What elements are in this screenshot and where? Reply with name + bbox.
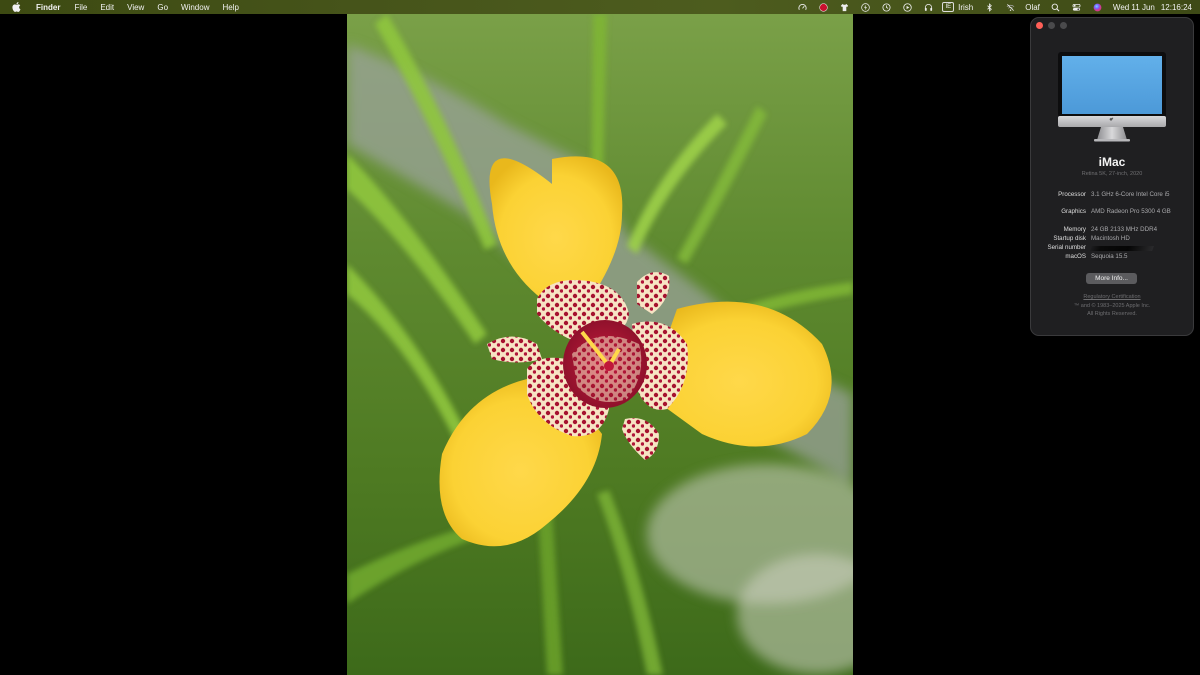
model-name: iMac xyxy=(1098,155,1126,169)
imac-illustration-icon xyxy=(1058,52,1166,142)
menu-view[interactable]: View xyxy=(127,3,144,12)
model-subtitle: Retina 5K, 27-inch, 2020 xyxy=(1081,171,1143,177)
regulatory-certification-link[interactable]: Regulatory Certification xyxy=(1031,294,1193,300)
more-info-button[interactable]: More Info... xyxy=(1086,273,1137,284)
menubar-date[interactable]: Wed 11 Jun xyxy=(1113,3,1155,12)
spec-row-macos: macOS Sequoia 15.5 xyxy=(1031,253,1193,261)
spec-value: Macintosh HD xyxy=(1091,235,1130,242)
spec-label: Graphics xyxy=(1061,208,1086,215)
flower-photo-image xyxy=(347,14,853,675)
menubar-time[interactable]: 12:16:24 xyxy=(1161,3,1192,12)
menu-app-finder[interactable]: Finder xyxy=(36,3,60,12)
user-name[interactable]: Olaf xyxy=(1025,3,1040,12)
wifi-off-icon[interactable] xyxy=(1005,2,1015,12)
speedometer-icon[interactable] xyxy=(797,2,807,12)
zoom-button[interactable] xyxy=(1060,22,1067,29)
window-controls xyxy=(1036,22,1067,29)
spec-label: macOS xyxy=(1065,253,1086,260)
spec-value: Sequoia 15.5 xyxy=(1091,253,1128,260)
copyright-line-1: ™ and © 1983–2025 Apple Inc. xyxy=(1073,303,1151,309)
menu-window[interactable]: Window xyxy=(181,3,209,12)
desktop-wallpaper-photo xyxy=(347,14,853,675)
headphones-icon[interactable] xyxy=(923,2,933,12)
menu-file[interactable]: File xyxy=(74,3,87,12)
spec-label: Startup disk xyxy=(1053,235,1086,242)
copyright-text: ™ and © 1983–2025 Apple Inc. All Rights … xyxy=(1031,302,1193,318)
spec-value: 24 GB 2133 MHz DDR4 xyxy=(1091,226,1158,233)
copyright-line-2: All Rights Reserved. xyxy=(1087,311,1137,317)
spec-row-memory: Memory 24 GB 2133 MHz DDR4 xyxy=(1031,226,1193,234)
red-record-icon[interactable] xyxy=(818,2,828,12)
spec-row-startup-disk: Startup disk Macintosh HD xyxy=(1031,235,1193,243)
spec-row-processor: Processor 3.1 GHz 6-Core Intel Core i5 xyxy=(1031,191,1193,199)
spec-row-graphics: Graphics AMD Radeon Pro 5300 4 GB xyxy=(1031,208,1193,216)
menu-go[interactable]: Go xyxy=(157,3,168,12)
shirt-icon[interactable] xyxy=(839,2,849,12)
menu-help[interactable]: Help xyxy=(222,3,238,12)
clock-restore-icon[interactable] xyxy=(881,2,891,12)
control-center-icon[interactable] xyxy=(1072,2,1082,12)
bluetooth-icon[interactable] xyxy=(984,2,994,12)
input-source-label[interactable]: Irish xyxy=(958,3,973,12)
menu-bar: Finder File Edit View Go Window Help IE … xyxy=(0,0,1200,14)
about-this-mac-window: iMac Retina 5K, 27-inch, 2020 Processor … xyxy=(1030,17,1194,336)
spec-label: Processor xyxy=(1058,191,1086,198)
minimize-button[interactable] xyxy=(1048,22,1055,29)
siri-icon[interactable] xyxy=(1093,2,1103,12)
bolt-icon[interactable] xyxy=(860,2,870,12)
close-button[interactable] xyxy=(1036,22,1043,29)
spec-value: 3.1 GHz 6-Core Intel Core i5 xyxy=(1091,191,1170,198)
spec-label: Memory xyxy=(1063,226,1086,233)
menu-edit[interactable]: Edit xyxy=(100,3,114,12)
spec-value: AMD Radeon Pro 5300 4 GB xyxy=(1091,208,1171,215)
input-source-badge[interactable]: IE xyxy=(942,2,955,12)
play-circle-icon[interactable] xyxy=(902,2,912,12)
search-icon[interactable] xyxy=(1051,2,1061,12)
apple-menu-icon[interactable] xyxy=(12,2,22,12)
